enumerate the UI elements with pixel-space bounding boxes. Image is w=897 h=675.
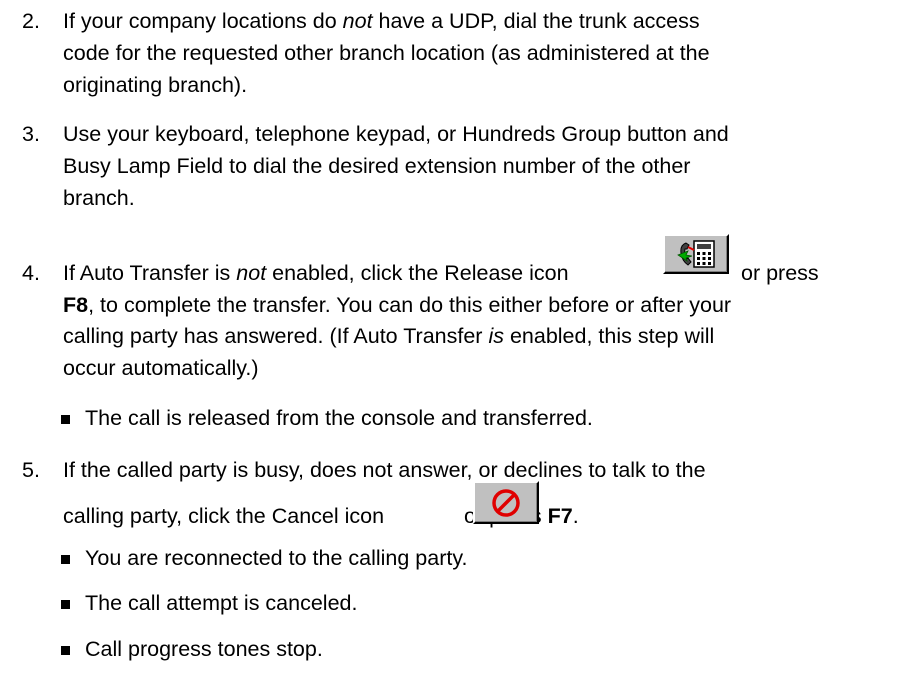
- step-text-line: originating branch).: [63, 73, 248, 97]
- text-span: If Auto Transfer is: [63, 261, 237, 285]
- bullet-square: [61, 600, 70, 609]
- text-span: calling party has answered. (If Auto Tra…: [63, 324, 489, 348]
- bullet-text: You are reconnected to the calling party…: [85, 546, 468, 570]
- step-text-line: branch.: [63, 186, 135, 210]
- text-span: enabled, this step will: [503, 324, 715, 348]
- key-f7: F7: [547, 504, 573, 528]
- cancel-circle-slash-icon: [492, 488, 520, 517]
- key-f8: F8: [63, 293, 89, 317]
- text-span: If your company locations do: [63, 9, 343, 33]
- step-number: 4.: [22, 261, 40, 285]
- text-span: .: [572, 504, 579, 528]
- bullet-text: The call attempt is canceled.: [85, 591, 358, 615]
- step-number: 3.: [22, 122, 40, 146]
- step-number: 5.: [22, 458, 40, 482]
- emphasis-text: not: [236, 261, 267, 285]
- cancel-icon: [473, 481, 539, 524]
- bullet-square: [61, 646, 70, 655]
- step-text-line: F8, to complete the transfer. You can do…: [63, 291, 731, 320]
- emphasis-text: is: [488, 324, 504, 348]
- step-text-line: occur automatically.): [63, 356, 259, 380]
- bullet-text: The call is released from the console an…: [85, 406, 593, 430]
- release-icon: [663, 234, 729, 274]
- step-text-line: If Auto Transfer is not enabled, click t…: [63, 259, 569, 288]
- step-text-line: calling party has answered. (If Auto Tra…: [63, 322, 714, 351]
- text-span: enabled, click the Release icon: [266, 261, 569, 285]
- step-number: 2.: [22, 9, 40, 33]
- step-text-line: Use your keyboard, telephone keypad, or …: [63, 122, 729, 146]
- bullet-text: Call progress tones stop.: [85, 637, 323, 661]
- text-span: calling party, click the Cancel icon: [63, 504, 391, 528]
- step-text-line: If the called party is busy, does not an…: [63, 458, 706, 482]
- bullet-square: [61, 415, 70, 424]
- bullet-square: [61, 555, 70, 564]
- emphasis-text: not: [342, 9, 373, 33]
- step-text-line: If your company locations do not have a …: [63, 7, 700, 36]
- text-span: have a UDP, dial the trunk access: [372, 9, 700, 33]
- step-text-line: or press: [741, 261, 819, 285]
- step-text-line: Busy Lamp Field to dial the desired exte…: [63, 154, 691, 178]
- text-span: , to complete the transfer. You can do t…: [88, 293, 732, 317]
- step-text-line: code for the requested other branch loca…: [63, 41, 710, 65]
- release-phone-icon: [677, 240, 715, 268]
